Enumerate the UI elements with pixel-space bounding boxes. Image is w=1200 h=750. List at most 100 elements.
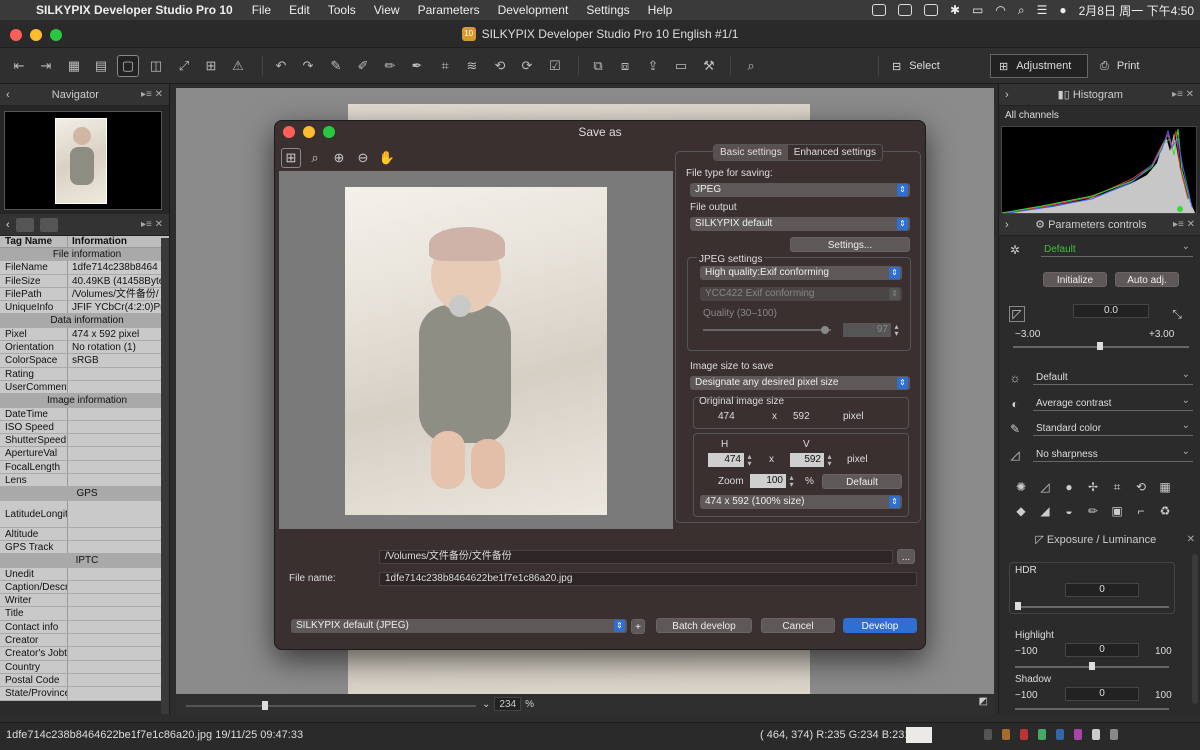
tag-value-cell[interactable]: sRGB xyxy=(68,354,169,366)
settings-icon[interactable] xyxy=(1110,729,1118,740)
width-stepper[interactable]: ▴ ▾ xyxy=(745,453,754,468)
shadow-slider-track[interactable] xyxy=(1015,708,1169,710)
tag-value-cell[interactable] xyxy=(68,368,169,380)
tab-enhanced-settings[interactable]: Enhanced settings xyxy=(787,145,882,160)
loupe-icon[interactable]: ⌕ xyxy=(740,55,762,77)
height-field[interactable]: 592 xyxy=(790,453,824,467)
fit-view-icon[interactable]: ⊞ xyxy=(281,148,301,168)
panel-menu-icon[interactable]: ▸≡ ✕ xyxy=(141,219,163,230)
develop-button[interactable]: Develop xyxy=(843,618,917,633)
zoom-icon[interactable]: ⌕ xyxy=(305,148,325,168)
table-row[interactable]: Postal Code xyxy=(0,673,169,688)
next-image-icon[interactable]: ⇥ xyxy=(35,55,57,77)
stamp-icon[interactable]: ▣ xyxy=(1105,504,1129,520)
zoom-out-icon[interactable]: ⊖ xyxy=(353,148,373,168)
hdr-slider-track[interactable] xyxy=(1015,606,1169,608)
crop-icon[interactable]: ⌐ xyxy=(1129,504,1153,520)
tab-folder[interactable] xyxy=(39,217,58,232)
file-type-select[interactable]: JPEG xyxy=(690,183,910,197)
rotate-icon[interactable]: ⟲ xyxy=(1129,480,1153,496)
battery-icon[interactable]: ▭ xyxy=(972,3,983,17)
tag-value-cell[interactable] xyxy=(68,461,169,473)
exposure-value[interactable]: 0.0 xyxy=(1073,304,1149,318)
menu-settings[interactable]: Settings xyxy=(577,3,638,17)
export-icon[interactable]: ⇪ xyxy=(642,55,664,77)
tag-value-cell[interactable] xyxy=(68,381,169,393)
delete-icon[interactable] xyxy=(1020,729,1028,740)
table-row[interactable]: FileSize 40.49KB (41458Byte xyxy=(0,274,169,288)
tag-value-cell[interactable]: 1dfe714c238b8464 xyxy=(68,261,169,273)
taste-select[interactable]: Default xyxy=(1041,240,1193,257)
table-row[interactable]: DateTime xyxy=(0,407,169,421)
cancel-task-icon[interactable] xyxy=(984,729,992,740)
folder-icon[interactable] xyxy=(1002,729,1010,740)
navigator-frame[interactable] xyxy=(4,111,162,210)
quality-slider-track[interactable] xyxy=(703,329,831,331)
menu-help[interactable]: Help xyxy=(639,3,682,17)
initialize-button[interactable]: Initialize xyxy=(1043,272,1107,287)
contrast-icon[interactable]: ◐ xyxy=(1007,396,1023,412)
tag-value-cell[interactable] xyxy=(68,408,169,420)
hdr-slider-knob[interactable] xyxy=(1015,602,1021,610)
close-window-button[interactable] xyxy=(10,29,22,41)
tag-value-cell[interactable] xyxy=(68,581,169,593)
table-row[interactable]: Creator xyxy=(0,634,169,648)
tag-value-cell[interactable] xyxy=(68,541,169,553)
tone-curve-icon[interactable]: ◿ xyxy=(1033,480,1057,496)
print-mode-button[interactable]: ⎙ Print xyxy=(1092,54,1147,78)
table-row[interactable]: FocalLength xyxy=(0,460,169,475)
tag-value-cell[interactable] xyxy=(68,447,169,459)
right-panel-scrollbar[interactable] xyxy=(1192,554,1198,704)
minimize-window-button[interactable] xyxy=(30,29,42,41)
undo-icon[interactable]: ↶ xyxy=(270,55,292,77)
navigator-thumbnail[interactable] xyxy=(55,118,107,204)
output-folder-path[interactable]: /Volumes/文件备份/文件备份 xyxy=(379,550,893,564)
table-row[interactable]: FilePath/Volumes/文件备份/ xyxy=(0,287,169,302)
drop-icon[interactable]: ◆ xyxy=(1009,504,1033,520)
contrast-select[interactable]: Average contrast xyxy=(1033,394,1193,411)
copy-params-icon[interactable]: ⧉ xyxy=(587,55,609,77)
monitor-icon[interactable]: ▭ xyxy=(670,55,692,77)
tag-purple-icon[interactable] xyxy=(1074,729,1082,740)
skin-balance-icon[interactable]: ✏ xyxy=(379,55,401,77)
gray-balance-icon[interactable]: ✐ xyxy=(352,55,374,77)
gear-icon[interactable]: ✲ xyxy=(1007,242,1023,258)
column-header-tag[interactable]: Tag Name xyxy=(0,236,68,247)
redo-icon[interactable]: ↷ xyxy=(297,55,319,77)
zoom-field[interactable]: 100 xyxy=(750,474,786,488)
layers-icon[interactable]: ≋ xyxy=(461,55,483,77)
menu-view[interactable]: View xyxy=(365,3,409,17)
tag-value-cell[interactable] xyxy=(68,687,169,699)
zoom-dropdown-icon[interactable]: ⌄ xyxy=(482,699,490,710)
quality-stepper[interactable]: ▴ ▾ xyxy=(892,323,901,338)
bluetooth-icon[interactable]: ✱ xyxy=(950,3,960,17)
eyedropper-icon[interactable]: ✎ xyxy=(325,55,347,77)
hand-icon[interactable]: ✋ xyxy=(377,148,397,168)
ycc-select[interactable]: YCC422 Exif conforming xyxy=(700,287,902,301)
table-row[interactable]: ApertureVal xyxy=(0,447,169,461)
collapse-icon[interactable]: ‹ xyxy=(6,219,10,231)
tag-value-cell[interactable] xyxy=(68,621,169,633)
table-row[interactable]: Unedit xyxy=(0,567,169,581)
menu-parameters[interactable]: Parameters xyxy=(409,3,489,17)
tag-value-cell[interactable] xyxy=(68,421,169,433)
height-stepper[interactable]: ▴ ▾ xyxy=(825,453,834,468)
sphere-icon[interactable]: ● xyxy=(1057,480,1081,496)
tag-value-cell[interactable] xyxy=(68,674,169,686)
brush-icon[interactable]: ✏ xyxy=(1081,504,1105,520)
grid-distort-icon[interactable]: ▦ xyxy=(1153,480,1177,496)
table-row[interactable]: ColorSpace sRGB xyxy=(0,354,169,368)
tag-value-cell[interactable]: No rotation (1) xyxy=(68,341,169,353)
tag-value-cell[interactable]: /Volumes/文件备份/ xyxy=(68,288,169,300)
table-row[interactable]: State/Province xyxy=(0,687,169,701)
histogram-channel-select[interactable]: All channels xyxy=(1005,110,1059,121)
sharpness-select[interactable]: No sharpness xyxy=(1033,445,1193,462)
dialog-close-button[interactable] xyxy=(283,126,295,138)
rotate-right-icon[interactable]: ⟳ xyxy=(516,55,538,77)
left-panel-scrollbar[interactable] xyxy=(161,238,169,714)
batch-develop-button[interactable]: Batch develop xyxy=(656,618,752,633)
highlight-value[interactable]: 0 xyxy=(1065,643,1139,657)
search-icon[interactable]: ⌕ xyxy=(1018,3,1025,18)
paste-params-icon[interactable]: ⧈ xyxy=(614,55,636,77)
table-row[interactable]: Contact info xyxy=(0,620,169,635)
